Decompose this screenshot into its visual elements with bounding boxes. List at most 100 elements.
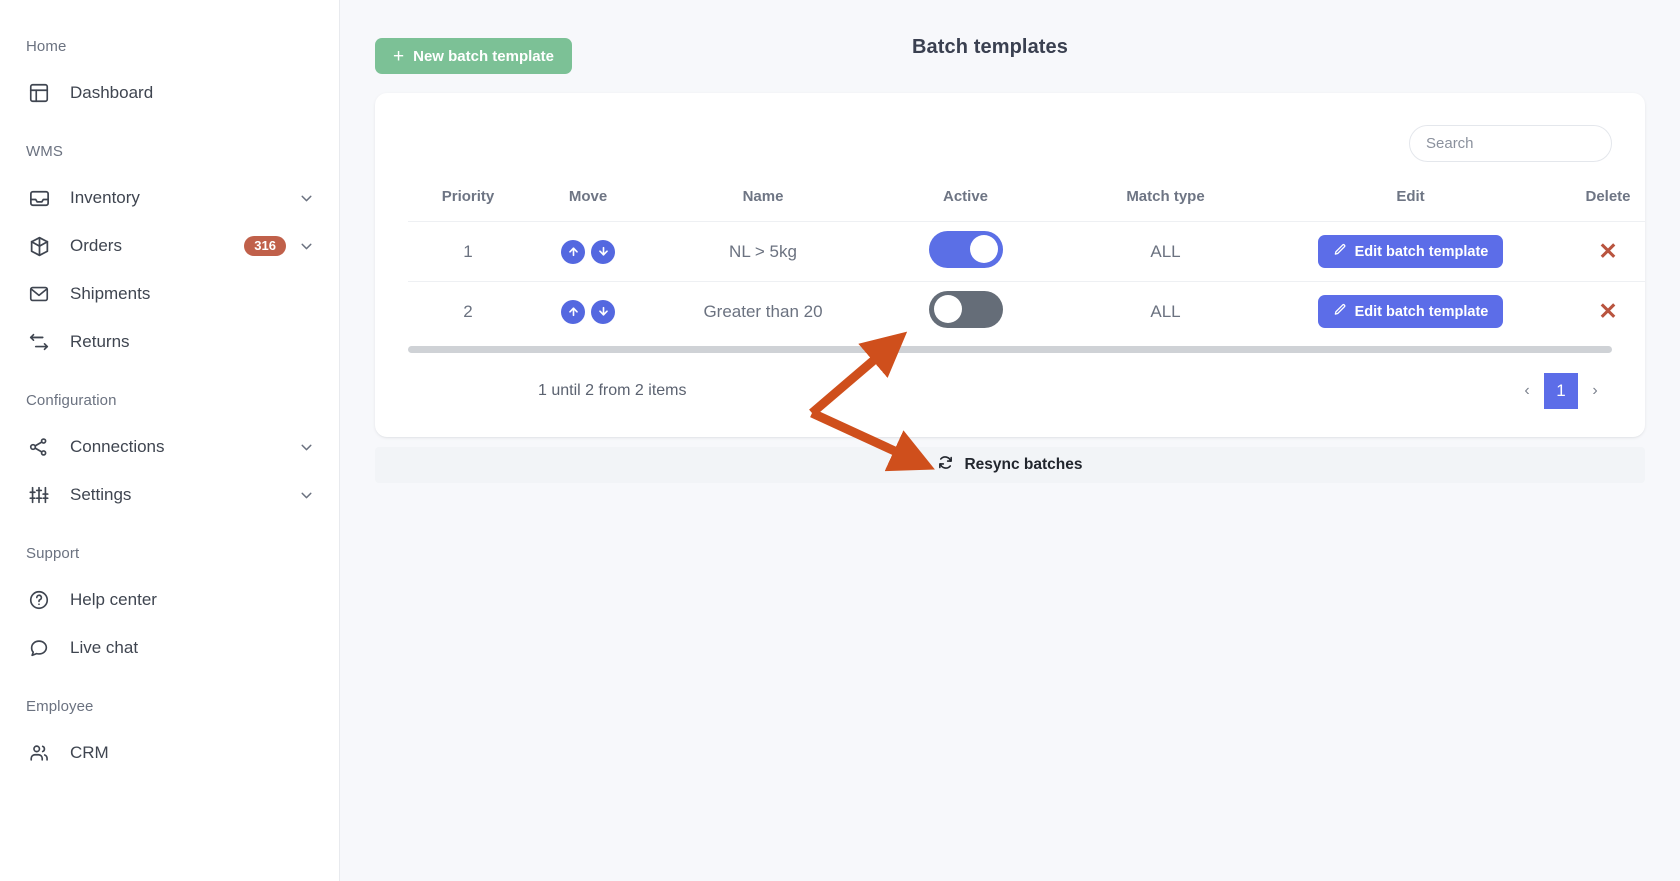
cell-delete: ✕ [1543,221,1645,282]
cell-move [528,221,648,282]
cell-edit: Edit batch template [1278,281,1543,342]
active-toggle[interactable] [928,230,1003,268]
cell-match-type: ALL [1053,221,1278,282]
chevron-down-icon[interactable] [298,439,315,456]
question-circle-icon [26,587,52,613]
return-arrows-icon [26,329,52,355]
search-row [408,113,1612,178]
sidebar-item-label: CRM [70,743,109,762]
users-icon [26,740,52,766]
sidebar-item-label: Returns [70,332,130,351]
delete-x-icon[interactable]: ✕ [1598,239,1617,263]
sidebar-item-settings[interactable]: Settings [0,471,339,519]
edit-batch-template-button[interactable]: Edit batch template [1317,235,1504,268]
column-header-priority: Priority [441,188,495,205]
sidebar-item-label: Connections [70,437,165,456]
sidebar-section-configuration: Configuration [26,392,117,409]
edit-batch-template-button[interactable]: Edit batch template [1317,295,1504,329]
cell-active [878,221,1053,282]
sidebar-item-label: Help center [70,590,157,609]
cell-delete: ✕ [1543,281,1645,342]
pagination-controls: ‹ 1 › [1510,372,1612,409]
envelope-icon [26,281,52,307]
sidebar-section-support: Support [26,545,80,562]
table-header: Priority Move Name Active Match type Edi… [408,178,1645,222]
toggle-knob [933,294,962,323]
edit-button-label: Edit batch template [1354,303,1489,320]
move-up-icon[interactable] [561,239,585,264]
sidebar-item-shipments[interactable]: Shipments [0,270,339,318]
pagination-page-1[interactable]: 1 [1544,372,1578,409]
sidebar-item-inventory[interactable]: Inventory [0,174,339,222]
cell-priority: 1 [408,221,528,282]
pagination-next-button[interactable]: › [1578,374,1612,408]
sliders-icon [26,482,52,508]
move-up-icon[interactable] [561,299,585,324]
sidebar-item-label: Dashboard [70,83,154,102]
move-down-icon[interactable] [591,239,615,264]
sidebar-item-dashboard[interactable]: Dashboard [0,69,339,117]
items-count-label: 1 until 2 from 2 items [538,381,687,399]
delete-x-icon[interactable]: ✕ [1598,299,1617,323]
sidebar-item-label: Inventory [70,188,140,207]
chevron-down-icon[interactable] [298,190,315,207]
chevron-down-icon[interactable] [298,487,315,504]
move-down-icon[interactable] [591,299,615,324]
share-nodes-icon [26,434,52,460]
cell-match-type: ALL [1053,281,1278,342]
sidebar: Home Dashboard WMS Inventory Orders 316 … [0,0,340,881]
page-title: Batch templates [912,36,1068,58]
pagination-row: 1 until 2 from 2 items ‹ 1 › [408,353,1612,437]
sidebar-section-home: Home [26,38,67,55]
sidebar-section-employee: Employee [26,698,94,715]
pencil-icon [1333,243,1347,261]
column-header-match-type: Match type [1126,188,1205,205]
resync-batches-button[interactable]: Resync batches [375,447,1645,483]
edit-button-label: Edit batch template [1354,243,1489,260]
chat-bubble-icon [26,635,52,661]
horizontal-scrollbar[interactable] [408,345,1612,353]
pagination-prev-button[interactable]: ‹ [1510,374,1544,408]
cell-name: Greater than 20 [648,281,878,342]
sidebar-section-wms: WMS [26,143,63,160]
cell-priority: 2 [408,281,528,342]
main-content: + New batch template Batch templates Sea… [340,0,1680,881]
search-input[interactable] [1426,135,1595,152]
cell-name: NL > 5kg [648,221,878,282]
app-root: Home Dashboard WMS Inventory Orders 316 … [0,0,1680,881]
sidebar-item-label: Shipments [70,284,151,303]
chevron-down-icon[interactable] [298,238,315,255]
orders-count-badge: 316 [244,236,286,256]
table-body: 1 NL > 5kg ALL Edit batch template ✕ 2 G… [408,221,1645,342]
sidebar-item-connections[interactable]: Connections [0,423,339,471]
inbox-icon [26,185,52,211]
column-header-name: Name [742,188,784,205]
sidebar-item-label: Orders [70,236,122,255]
sidebar-item-live-chat[interactable]: Live chat [0,624,339,672]
table-row: 1 NL > 5kg ALL Edit batch template ✕ [408,221,1645,282]
sidebar-item-label: Settings [70,485,132,504]
refresh-icon [937,454,954,476]
cell-move [528,281,648,342]
toggle-knob [969,234,998,263]
sidebar-item-orders[interactable]: Orders 316 [0,222,339,270]
table-row: 2 Greater than 20 ALL Edit batch templat… [408,281,1645,342]
table-header-row: Priority Move Name Active Match type Edi… [408,178,1645,222]
batch-templates-card: Priority Move Name Active Match type Edi… [375,93,1645,437]
batch-templates-table: Priority Move Name Active Match type Edi… [408,178,1645,342]
column-header-edit: Edit [1396,188,1425,205]
sidebar-item-help-center[interactable]: Help center [0,576,339,624]
search-box[interactable] [1409,125,1612,162]
active-toggle[interactable] [928,290,1003,328]
sidebar-item-returns[interactable]: Returns [0,318,339,366]
column-header-active: Active [942,188,989,205]
page-header: + New batch template Batch templates [340,0,1680,93]
sidebar-item-crm[interactable]: CRM [0,729,339,777]
column-header-delete: Delete [1585,188,1631,205]
pencil-icon [1333,303,1347,321]
resync-batches-label: Resync batches [964,456,1083,473]
cell-active [878,281,1053,342]
layout-icon [26,80,52,106]
sidebar-item-label: Live chat [70,638,139,657]
column-header-move: Move [568,188,608,205]
